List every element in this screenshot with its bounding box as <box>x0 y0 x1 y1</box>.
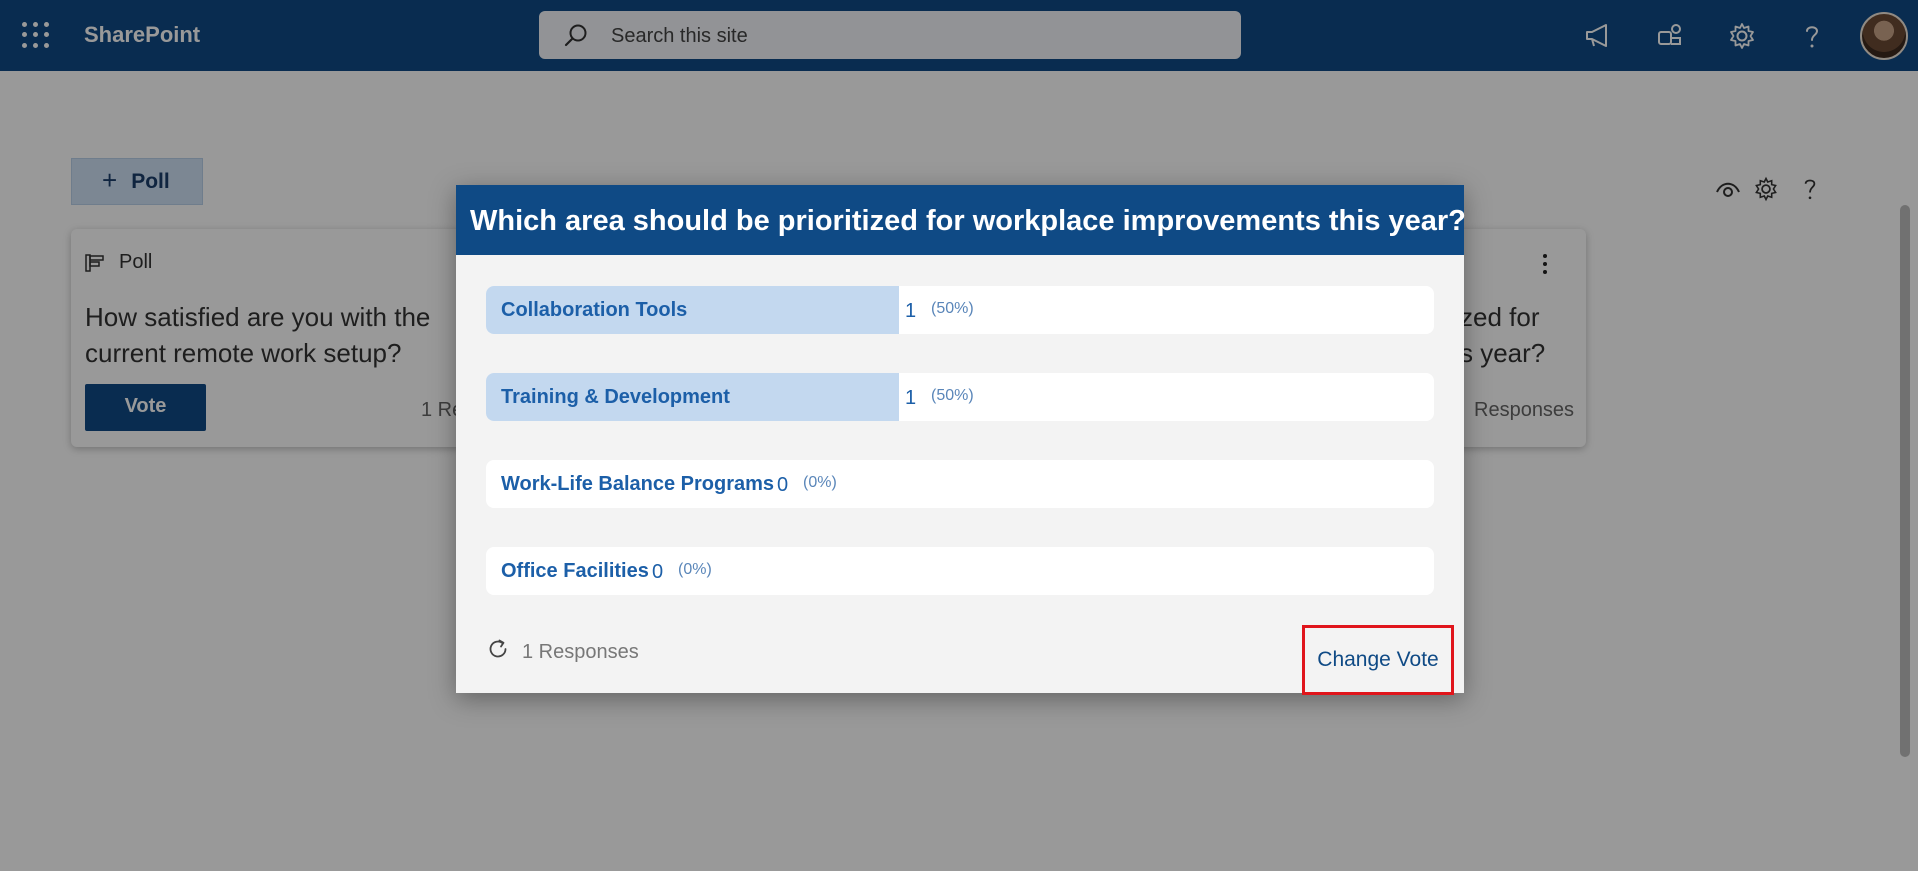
dialog-title: Which area should be prioritized for wor… <box>456 185 1466 255</box>
poll-option[interactable]: Work-Life Balance Programs 0 (0%) <box>486 460 1434 508</box>
dialog-footer: 1 Responses Change Vote <box>456 619 1464 695</box>
option-count: 0 <box>777 474 789 496</box>
poll-option[interactable]: Training & Development 1 (50%) <box>486 373 1434 421</box>
change-vote-button[interactable]: Change Vote <box>1302 625 1454 695</box>
responses-total: 1 Responses <box>522 641 639 663</box>
option-percent: (0%) <box>803 474 837 491</box>
option-count: 1 <box>905 300 917 322</box>
option-percent: (50%) <box>931 387 974 404</box>
option-percent: (50%) <box>931 300 974 317</box>
option-count: 1 <box>905 387 917 409</box>
option-percent: (0%) <box>678 561 712 578</box>
option-count: 0 <box>652 561 664 583</box>
option-label: Work-Life Balance Programs <box>501 473 775 495</box>
option-label: Training & Development <box>501 386 730 408</box>
poll-option[interactable]: Office Facilities 0 (0%) <box>486 547 1434 595</box>
refresh-icon[interactable] <box>486 637 510 661</box>
poll-option[interactable]: Collaboration Tools 1 (50%) <box>486 286 1434 334</box>
option-label: Office Facilities <box>501 560 649 582</box>
poll-results-dialog: Which area should be prioritized for wor… <box>456 185 1466 695</box>
option-label: Collaboration Tools <box>501 299 688 321</box>
